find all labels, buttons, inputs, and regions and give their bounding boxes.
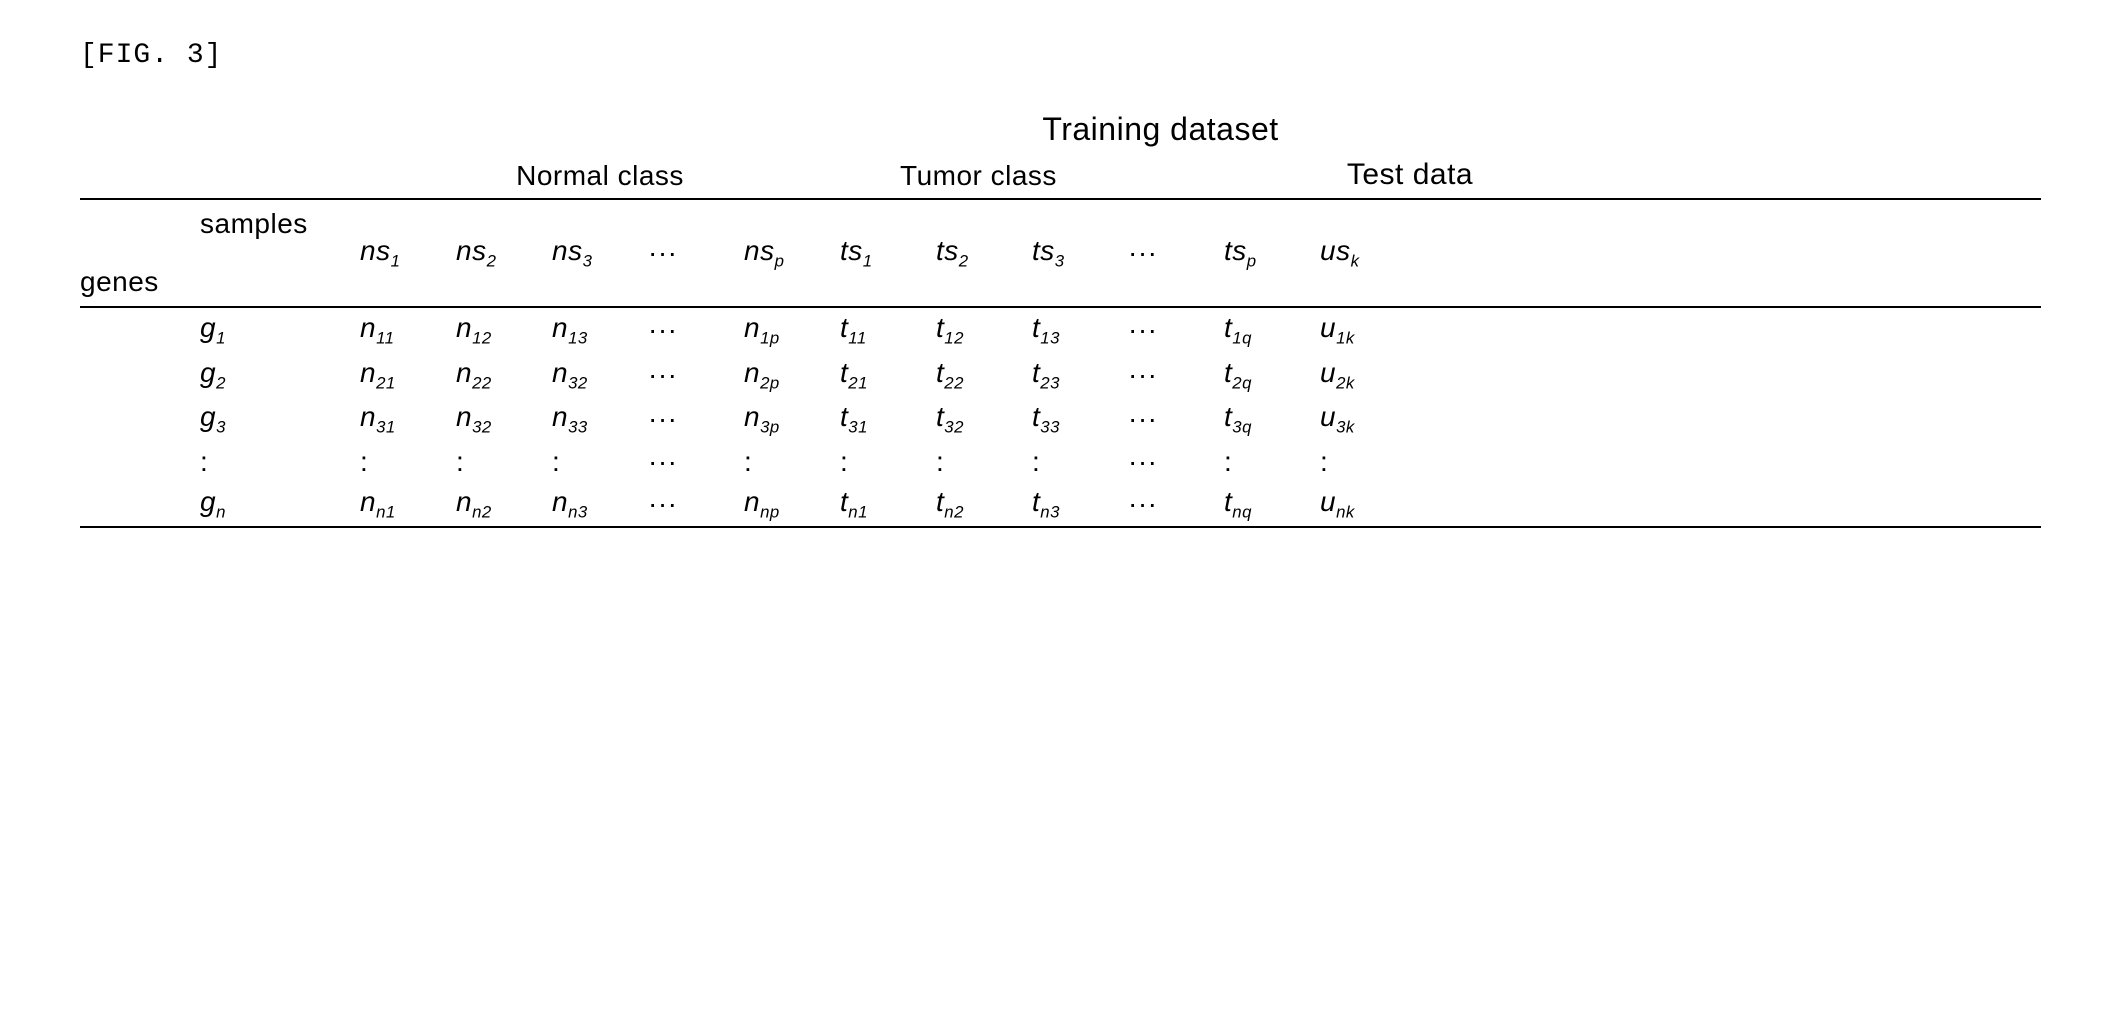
- tumor-class-label: Tumor class: [840, 160, 1320, 192]
- col-ns1: ns1: [360, 235, 456, 272]
- cell-normal: nn1: [360, 486, 456, 523]
- table-row: g3n31n32n33···n3pt31t32t33···t3qu3k: [80, 397, 2041, 442]
- cell-normal: ···: [648, 488, 744, 520]
- figure-label: [FIG. 3]: [80, 40, 2041, 71]
- cell-tumor: t3q: [1224, 401, 1320, 438]
- cell-normal: ···: [648, 446, 744, 478]
- cell-normal: :: [744, 446, 840, 478]
- gene-label: gn: [80, 486, 360, 523]
- column-header-row: samples genes ns1 ns2 ns3 ··· nsp ts1 ts…: [80, 200, 2041, 306]
- cell-normal: n32: [456, 401, 552, 438]
- col-ts3: ts3: [1032, 235, 1128, 272]
- genes-label: genes: [80, 266, 159, 298]
- cell-normal: n2p: [744, 357, 840, 394]
- cell-normal: :: [456, 446, 552, 478]
- table-row: g1n11n12n13···n1pt11t12t13···t1qu1k: [80, 308, 2041, 353]
- col-ts1: ts1: [840, 235, 936, 272]
- cell-test: u3k: [1320, 401, 1500, 438]
- cell-tumor: t2q: [1224, 357, 1320, 394]
- cell-tumor: t31: [840, 401, 936, 438]
- cell-tumor: t11: [840, 312, 936, 349]
- gene-label: g1: [80, 312, 360, 349]
- super-header-row: Normal class Tumor class Test data: [80, 158, 2041, 192]
- table-row: ::::···::::···::: [80, 442, 2041, 482]
- cell-test: :: [1320, 446, 1500, 478]
- cell-normal: n31: [360, 401, 456, 438]
- cell-normal: :: [552, 446, 648, 478]
- col-tsp: tsp: [1224, 235, 1320, 272]
- cell-tumor: ···: [1128, 359, 1224, 391]
- samples-label: samples: [200, 208, 308, 240]
- table-body: g1n11n12n13···n1pt11t12t13···t1qu1kg2n21…: [80, 308, 2041, 526]
- gene-label: :: [80, 446, 360, 478]
- cell-tumor: t32: [936, 401, 1032, 438]
- cell-normal: ···: [648, 314, 744, 346]
- cell-test: u1k: [1320, 312, 1500, 349]
- cell-tumor: t1q: [1224, 312, 1320, 349]
- col-ns-ell: ···: [648, 237, 744, 269]
- col-usk: usk: [1320, 235, 1500, 272]
- cell-tumor: :: [1224, 446, 1320, 478]
- cell-tumor: t13: [1032, 312, 1128, 349]
- gene-label: g2: [80, 357, 360, 394]
- cell-tumor: ···: [1128, 488, 1224, 520]
- col-ts2: ts2: [936, 235, 1032, 272]
- col-ts-ell: ···: [1128, 237, 1224, 269]
- cell-normal: n1p: [744, 312, 840, 349]
- cell-normal: ···: [648, 403, 744, 435]
- gene-label: g3: [80, 401, 360, 438]
- test-data-label: Test data: [1320, 158, 1500, 192]
- cell-tumor: t33: [1032, 401, 1128, 438]
- cell-tumor: :: [840, 446, 936, 478]
- cell-test: unk: [1320, 486, 1500, 523]
- cell-tumor: t23: [1032, 357, 1128, 394]
- table-title: Training dataset: [80, 111, 2041, 148]
- table-row: g2n21n22n32···n2pt21t22t23···t2qu2k: [80, 353, 2041, 398]
- cell-tumor: t21: [840, 357, 936, 394]
- cell-tumor: tn2: [936, 486, 1032, 523]
- cell-normal: n32: [552, 357, 648, 394]
- cell-normal: n12: [456, 312, 552, 349]
- cell-tumor: tn3: [1032, 486, 1128, 523]
- cell-tumor: tnq: [1224, 486, 1320, 523]
- col-ns3: ns3: [552, 235, 648, 272]
- cell-normal: n21: [360, 357, 456, 394]
- table-row: gnnn1nn2nn3···nnptn1tn2tn3···tnqunk: [80, 482, 2041, 527]
- cell-normal: n11: [360, 312, 456, 349]
- cell-tumor: t22: [936, 357, 1032, 394]
- cell-tumor: ···: [1128, 446, 1224, 478]
- cell-tumor: t12: [936, 312, 1032, 349]
- cell-tumor: ···: [1128, 314, 1224, 346]
- cell-tumor: :: [1032, 446, 1128, 478]
- cell-normal: n33: [552, 401, 648, 438]
- cell-normal: n22: [456, 357, 552, 394]
- normal-class-label: Normal class: [360, 160, 840, 192]
- cell-normal: nnp: [744, 486, 840, 523]
- col-nsp: nsp: [744, 235, 840, 272]
- cell-tumor: :: [936, 446, 1032, 478]
- col-ns2: ns2: [456, 235, 552, 272]
- cell-test: u2k: [1320, 357, 1500, 394]
- axis-labels: samples genes: [80, 208, 360, 298]
- cell-normal: :: [360, 446, 456, 478]
- cell-normal: n13: [552, 312, 648, 349]
- cell-normal: ···: [648, 359, 744, 391]
- cell-normal: n3p: [744, 401, 840, 438]
- cell-normal: nn2: [456, 486, 552, 523]
- cell-tumor: tn1: [840, 486, 936, 523]
- figure-table: Training dataset Normal class Tumor clas…: [80, 111, 2041, 528]
- cell-normal: nn3: [552, 486, 648, 523]
- cell-tumor: ···: [1128, 403, 1224, 435]
